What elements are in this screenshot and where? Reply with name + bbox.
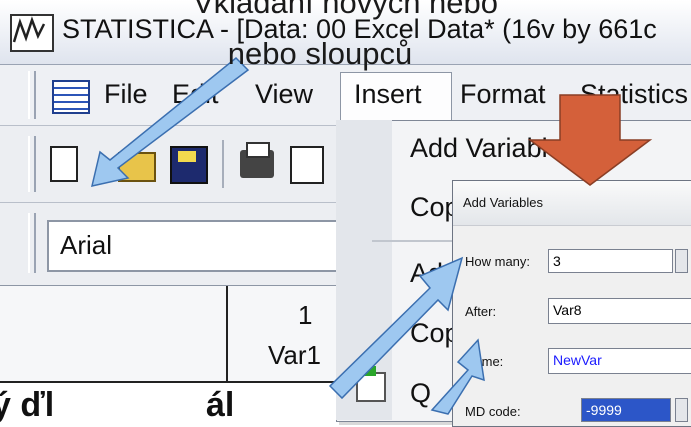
spreadsheet-icon: [52, 80, 90, 114]
add-variables-dialog: Add Variables How many: 3 After: Var8 Na…: [452, 180, 691, 427]
how-many-label: How many:: [465, 254, 531, 269]
slide-title-line1: Vkládání nových nebo: [192, 0, 499, 20]
print-preview-icon[interactable]: [290, 146, 324, 184]
format-toolbar-gripper: [28, 213, 36, 273]
menu-separator: [372, 240, 452, 242]
menu-format[interactable]: Format: [460, 79, 546, 110]
after-label: After:: [465, 304, 497, 319]
dialog-title: Add Variables: [463, 195, 543, 210]
menu-item-add-variables[interactable]: Add Variables...: [410, 133, 599, 164]
save-icon[interactable]: [170, 146, 208, 184]
slide-title-line2: nebo sloupců: [227, 36, 413, 71]
menu-statistics[interactable]: Statistics: [580, 79, 688, 110]
md-code-label: MD code:: [465, 404, 521, 419]
slide-bottom-text-2: ál: [206, 386, 235, 424]
menubar-gripper: [28, 71, 36, 119]
toolbar-gripper: [28, 136, 36, 192]
insert-cases-icon: [356, 366, 386, 402]
open-folder-icon[interactable]: [118, 152, 156, 182]
menu-edit[interactable]: Edit: [172, 79, 219, 110]
menu-file[interactable]: File: [104, 79, 148, 110]
menu-view[interactable]: View: [255, 79, 313, 110]
new-file-icon[interactable]: [50, 146, 78, 182]
column-name: Var1: [268, 340, 321, 370]
md-code-spinner[interactable]: [675, 398, 688, 422]
name-label: Name:: [465, 354, 504, 369]
how-many-spinner[interactable]: [675, 249, 688, 273]
menu-insert[interactable]: Insert: [354, 79, 422, 110]
name-input[interactable]: NewVar: [548, 348, 691, 374]
print-icon[interactable]: [240, 142, 274, 178]
font-name-value: Arial: [60, 230, 113, 260]
column-number: 1: [298, 300, 313, 330]
how-many-input[interactable]: 3: [548, 249, 673, 273]
md-code-input[interactable]: -9999: [581, 398, 671, 422]
toolbar-separator: [222, 140, 224, 188]
grid-corner-cell[interactable]: [0, 286, 228, 383]
menu-item-5[interactable]: Q: [410, 378, 431, 409]
after-input[interactable]: Var8: [548, 298, 691, 324]
slide-bottom-text: ý ďl: [0, 386, 55, 424]
